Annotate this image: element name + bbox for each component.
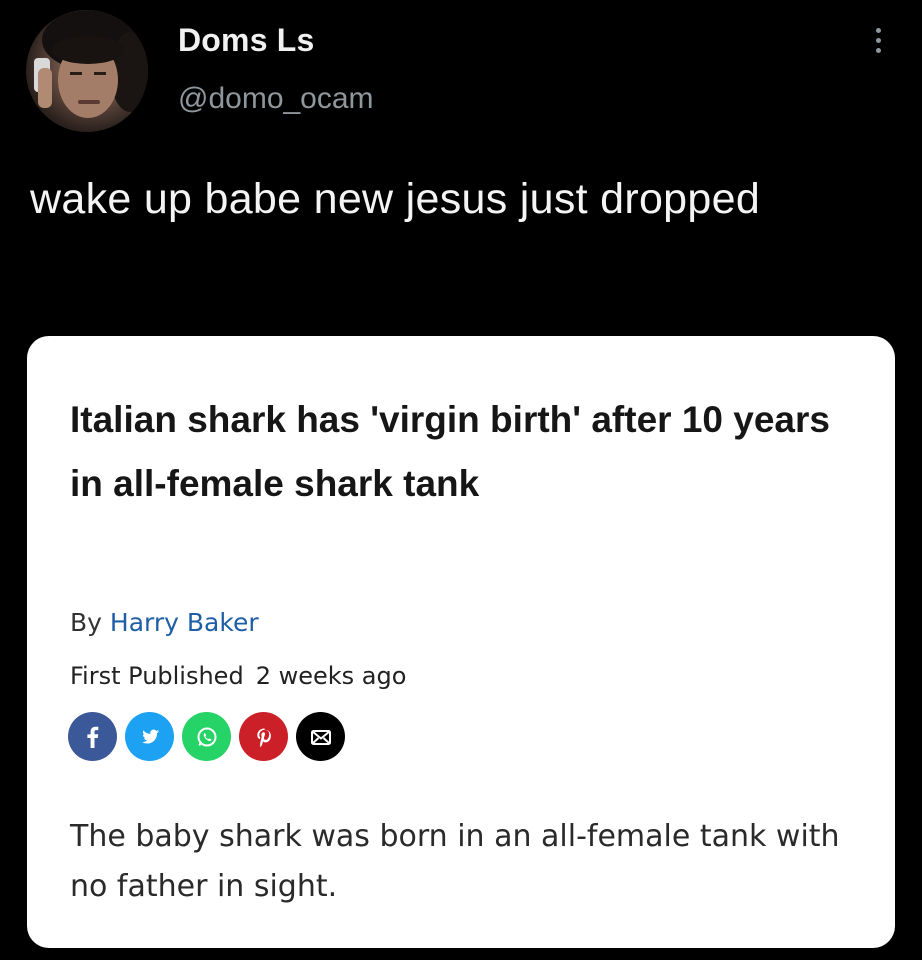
byline-prefix: By (70, 608, 102, 637)
author-handle[interactable]: @domo_ocam (178, 82, 374, 116)
published-ago: 2 weeks ago (255, 662, 407, 690)
author-name[interactable]: Doms Ls (178, 22, 315, 59)
article-headline[interactable]: Italian shark has 'virgin birth' after 1… (70, 388, 870, 516)
article-author-link[interactable]: Harry Baker (110, 608, 259, 637)
tweet-text: wake up babe new jesus just dropped (30, 175, 761, 223)
article-summary: The baby shark was born in an all-female… (70, 819, 840, 904)
twitter-icon[interactable] (125, 712, 174, 761)
share-buttons (68, 712, 345, 761)
whatsapp-icon[interactable] (182, 712, 231, 761)
avatar[interactable] (26, 10, 148, 132)
facebook-icon[interactable] (68, 712, 117, 761)
more-vertical-icon[interactable] (866, 28, 890, 64)
article-card[interactable]: Italian shark has 'virgin birth' after 1… (27, 336, 895, 948)
published-label: First Published (70, 662, 244, 690)
avatar-photo (34, 10, 148, 118)
pinterest-icon[interactable] (239, 712, 288, 761)
byline: By Harry Baker (70, 608, 259, 637)
published-date: First Published 2 weeks ago (70, 662, 406, 690)
email-icon[interactable] (296, 712, 345, 761)
